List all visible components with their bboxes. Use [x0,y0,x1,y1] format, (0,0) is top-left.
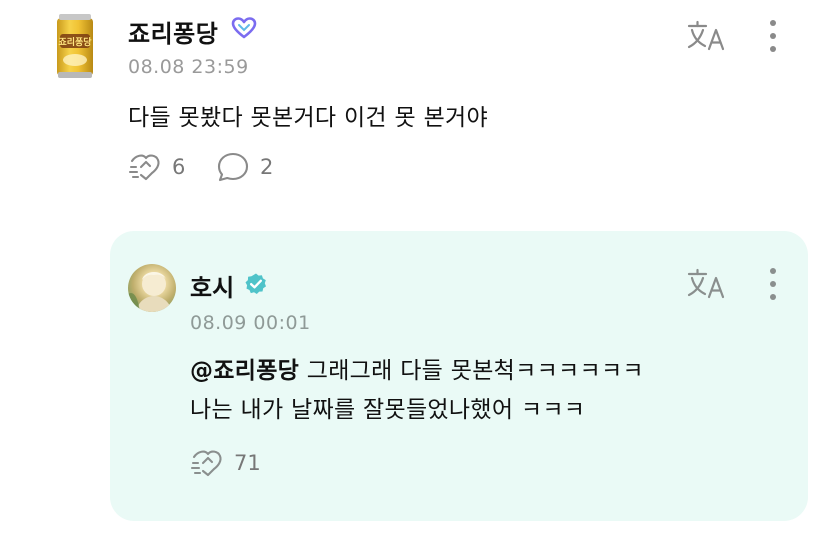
post-author-avatar[interactable]: 죠리퐁당 [54,12,96,80]
post-comment-count: 2 [260,155,274,179]
person-avatar-icon [128,271,172,312]
reply-author-name[interactable]: 호시 [190,268,234,303]
post-comment-button[interactable]: 2 [216,150,273,184]
post-like-button[interactable]: 6 [128,150,185,184]
reply-timestamp: 08.09 00:01 [190,312,311,334]
post-like-count: 6 [172,155,186,179]
translate-icon[interactable] [686,18,728,54]
reply-text-line-2: 나는 내가 날짜를 잘못들었나했어 ㅋㅋㅋ [190,397,586,423]
translate-icon[interactable] [686,266,728,302]
like-icon [128,154,160,181]
more-vertical-icon[interactable] [764,264,782,304]
reply-text: @죠리퐁당 그래그래 다들 못본척ㅋㅋㅋㅋㅋㅋ 나는 내가 날짜를 잘못들었나했… [190,352,780,430]
reply-text-line-1: @죠리퐁당 그래그래 다들 못본척ㅋㅋㅋㅋㅋㅋ [190,352,780,391]
more-vertical-icon[interactable] [764,16,782,56]
reply-like-button[interactable]: 71 [190,446,261,480]
can-label: 죠리퐁당 [58,36,92,48]
reply-author-avatar[interactable] [128,264,176,312]
like-icon [190,450,222,477]
post-text: 다들 못봤다 못본거다 이건 못 본거야 [128,105,488,131]
soda-can-avatar-icon: 죠리퐁당 [57,14,93,78]
verified-icon [245,273,266,294]
post-author-name[interactable]: 죠리퐁당 [128,14,218,49]
comment-icon [217,152,249,182]
heart-badge-icon [231,17,257,39]
reply-mention-link[interactable]: @죠리퐁당 [190,358,299,384]
reply-text-part-1: 그래그래 다들 못본척ㅋㅋㅋㅋㅋㅋ [299,358,644,384]
post-timestamp: 08.08 23:59 [128,56,249,78]
reply-like-count: 71 [234,451,261,475]
